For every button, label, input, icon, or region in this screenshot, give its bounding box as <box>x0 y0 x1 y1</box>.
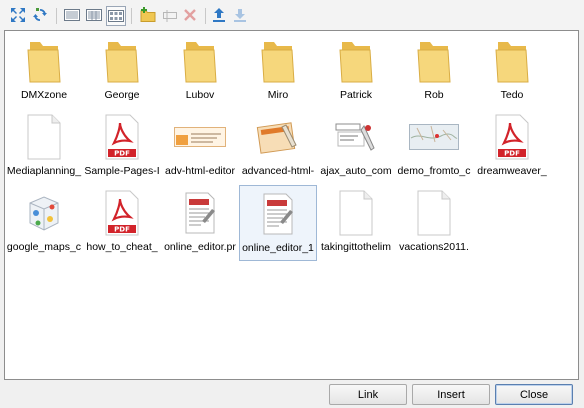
folder-item[interactable]: Rob <box>395 33 473 109</box>
item-label: Sample-Pages-I <box>84 165 160 177</box>
folder-item[interactable]: Lubov <box>161 33 239 109</box>
folder-icon <box>239 35 317 87</box>
delete-icon[interactable] <box>181 6 201 26</box>
svg-text:PDF: PDF <box>114 150 130 158</box>
item-label: Miro <box>267 89 289 101</box>
image-thumbnail-icon <box>395 111 473 163</box>
pdf-icon: PDF <box>83 187 161 239</box>
blank-file-icon <box>317 187 395 239</box>
link-button[interactable]: Link <box>329 384 407 405</box>
svg-text:PDF: PDF <box>504 150 520 158</box>
item-label: google_maps_c <box>6 241 82 253</box>
file-item[interactable]: demo_fromto_c <box>395 109 473 185</box>
toolbar-separator <box>131 8 132 24</box>
file-item[interactable]: adv-html-editor <box>161 109 239 185</box>
file-item[interactable]: advanced-html- <box>239 109 317 185</box>
pdf-icon: PDF <box>473 111 551 163</box>
item-label: dreamweaver_ <box>477 165 547 177</box>
thumbnail-view-icon[interactable] <box>106 6 126 26</box>
pdf-icon: PDF <box>83 111 161 163</box>
insert-button[interactable]: Insert <box>412 384 490 405</box>
file-item[interactable]: vacations2011. <box>395 185 473 261</box>
folder-item[interactable]: George <box>83 33 161 109</box>
file-item[interactable]: PDF dreamweaver_ <box>473 109 551 185</box>
editor-file-icon <box>161 187 239 239</box>
folder-icon <box>5 35 83 87</box>
item-label: takingittothelim <box>320 241 392 253</box>
file-item[interactable]: PDF how_to_cheat_ <box>83 185 161 261</box>
list-view-icon[interactable] <box>63 6 83 26</box>
file-item[interactable]: online_editor.pr <box>161 185 239 261</box>
rename-icon[interactable] <box>161 6 181 26</box>
blank-file-icon <box>395 187 473 239</box>
file-item-selected[interactable]: online_editor_1 <box>239 185 317 261</box>
folder-icon <box>473 35 551 87</box>
refresh-icon[interactable] <box>31 6 51 26</box>
item-label: George <box>104 89 140 101</box>
folder-icon <box>395 35 473 87</box>
image-thumbnail-icon <box>161 111 239 163</box>
item-label: Tedo <box>500 89 524 101</box>
item-label: ajax_auto_com <box>320 165 392 177</box>
blank-file-icon <box>5 111 83 163</box>
file-item[interactable]: Mediaplanning_ <box>5 109 83 185</box>
image-thumbnail-icon <box>239 111 317 163</box>
item-label: Patrick <box>339 89 373 101</box>
file-item[interactable]: PDF Sample-Pages-I <box>83 109 161 185</box>
upload-icon[interactable] <box>210 6 230 26</box>
image-thumbnail-icon <box>5 187 83 239</box>
close-button[interactable]: Close <box>495 384 573 405</box>
file-item[interactable]: takingittothelim <box>317 185 395 261</box>
fullscreen-icon[interactable] <box>9 6 29 26</box>
folder-item[interactable]: Patrick <box>317 33 395 109</box>
item-label: advanced-html- <box>241 165 315 177</box>
item-label: how_to_cheat_ <box>86 241 158 253</box>
folder-item[interactable]: DMXzone <box>5 33 83 109</box>
svg-text:PDF: PDF <box>114 226 130 234</box>
item-label: Lubov <box>185 89 215 101</box>
folder-icon <box>83 35 161 87</box>
file-browser-panel: DMXzone George Lubov Miro Patrick Rob Te… <box>4 30 579 380</box>
item-label: Rob <box>424 89 444 101</box>
toolbar-separator <box>56 8 57 24</box>
item-label: online_editor.pr <box>164 241 236 253</box>
folder-item[interactable]: Miro <box>239 33 317 109</box>
toolbar <box>0 0 584 30</box>
item-label: Mediaplanning_ <box>6 165 82 177</box>
item-label: online_editor_1 <box>242 242 314 254</box>
new-folder-icon[interactable] <box>139 6 159 26</box>
item-label: vacations2011. <box>399 241 469 253</box>
item-label: adv-html-editor <box>164 165 236 177</box>
folder-item[interactable]: Tedo <box>473 33 551 109</box>
detail-view-icon[interactable] <box>85 6 105 26</box>
file-item[interactable]: ajax_auto_com <box>317 109 395 185</box>
editor-file-icon <box>240 188 316 240</box>
download-icon[interactable] <box>231 6 251 26</box>
file-item[interactable]: google_maps_c <box>5 185 83 261</box>
toolbar-separator <box>205 8 206 24</box>
dialog-footer: Link Insert Close <box>0 380 584 408</box>
folder-icon <box>161 35 239 87</box>
item-label: DMXzone <box>20 89 68 101</box>
item-label: demo_fromto_c <box>397 165 471 177</box>
image-thumbnail-icon <box>317 111 395 163</box>
folder-icon <box>317 35 395 87</box>
